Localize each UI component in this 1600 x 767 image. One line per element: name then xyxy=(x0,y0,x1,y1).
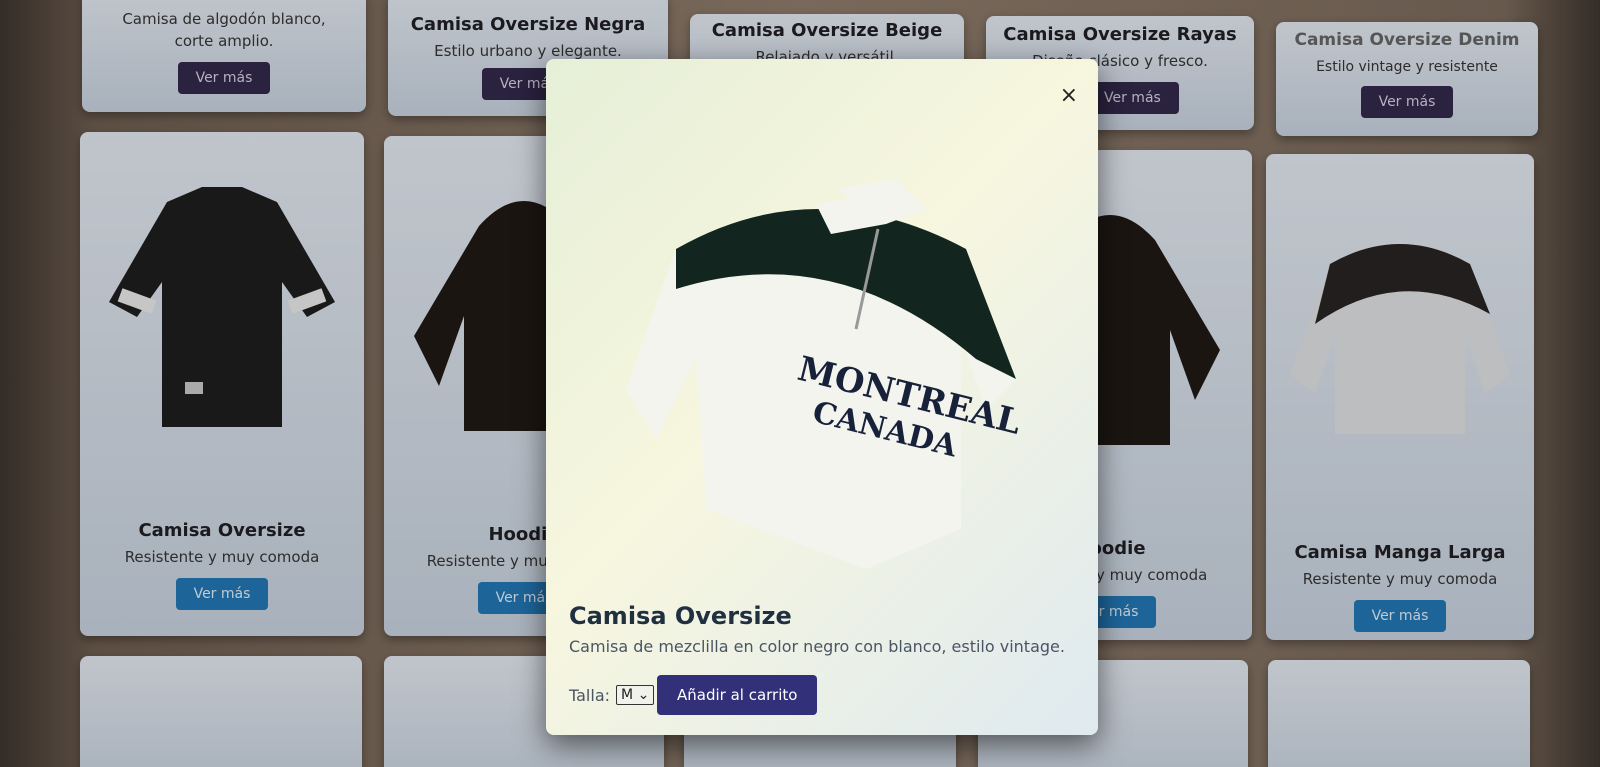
add-to-cart-button[interactable]: Añadir al carrito xyxy=(657,675,818,715)
size-selected: M xyxy=(621,687,634,703)
size-select[interactable]: M ⌄ xyxy=(616,685,655,705)
product-modal: × MONTREAL CANADA Camisa Oversize Camisa… xyxy=(546,59,1098,735)
modal-description: Camisa de mezclilla en color negro con b… xyxy=(569,637,1065,656)
modal-title: Camisa Oversize xyxy=(569,602,792,630)
screen-background: Camisa de algodón blanco, corte amplio. … xyxy=(0,0,1600,767)
size-label: Talla: xyxy=(569,685,611,705)
size-control: Talla: M ⌄ xyxy=(569,685,655,705)
chevron-down-icon: ⌄ xyxy=(637,687,650,703)
close-icon[interactable]: × xyxy=(1060,83,1078,108)
product-image: MONTREAL CANADA xyxy=(626,179,1025,569)
